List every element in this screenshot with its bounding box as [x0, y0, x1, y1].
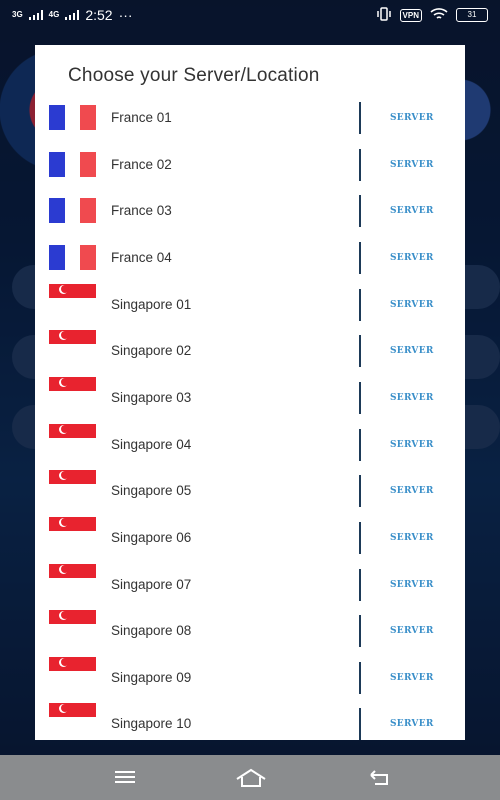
- server-name: France 03: [111, 203, 172, 219]
- server-select-button[interactable]: SERVER: [390, 533, 434, 543]
- row-divider: [359, 661, 361, 694]
- clock: 2:52: [85, 7, 113, 23]
- server-row[interactable]: Singapore 06 SERVER: [35, 515, 465, 562]
- server-select-button[interactable]: SERVER: [390, 626, 434, 636]
- server-select-button[interactable]: SERVER: [390, 206, 434, 216]
- signal-icon: [65, 10, 80, 20]
- battery-icon: 31: [456, 8, 488, 22]
- singapore-flag-icon: [49, 703, 96, 732]
- server-row[interactable]: France 02 SERVER: [35, 142, 465, 189]
- row-divider: [359, 521, 361, 554]
- server-name: Singapore 08: [111, 623, 192, 639]
- vpn-icon: VPN: [399, 8, 422, 22]
- france-flag-icon: [49, 244, 97, 270]
- navigation-bar: [0, 755, 500, 800]
- back-icon[interactable]: [367, 767, 393, 787]
- vibrate-icon: [376, 6, 392, 24]
- server-location-dialog: Choose your Server/Location France 01 SER…: [35, 45, 465, 740]
- server-select-button[interactable]: SERVER: [390, 253, 434, 263]
- network-type-4g: 4G: [48, 10, 60, 19]
- singapore-flag-icon: [49, 470, 96, 499]
- server-row[interactable]: France 03 SERVER: [35, 188, 465, 235]
- server-row[interactable]: Singapore 04 SERVER: [35, 422, 465, 469]
- row-divider: [359, 335, 361, 368]
- server-name: Singapore 09: [111, 669, 192, 685]
- singapore-flag-icon: [49, 330, 96, 359]
- server-name: Singapore 10: [111, 716, 192, 732]
- server-name: Singapore 05: [111, 483, 192, 499]
- server-select-button[interactable]: SERVER: [390, 300, 434, 310]
- server-name: Singapore 06: [111, 529, 192, 545]
- france-flag-icon: [49, 105, 97, 130]
- menu-icon[interactable]: [112, 767, 138, 787]
- server-select-button[interactable]: SERVER: [390, 346, 434, 356]
- server-row[interactable]: Singapore 05 SERVER: [35, 468, 465, 515]
- server-row[interactable]: Singapore 08 SERVER: [35, 608, 465, 655]
- server-name: France 01: [111, 110, 172, 125]
- server-select-button[interactable]: SERVER: [390, 580, 434, 590]
- server-row[interactable]: France 04 SERVER: [35, 235, 465, 282]
- row-divider: [359, 241, 361, 274]
- row-divider: [359, 568, 361, 601]
- row-divider: [359, 288, 361, 321]
- server-select-button[interactable]: SERVER: [390, 673, 434, 683]
- france-flag-icon: [49, 151, 97, 177]
- server-select-button[interactable]: SERVER: [390, 440, 434, 450]
- server-row[interactable]: France 01 SERVER: [35, 95, 465, 142]
- server-name: Singapore 03: [111, 389, 192, 405]
- server-name: France 04: [111, 249, 172, 265]
- server-name: France 02: [111, 156, 172, 172]
- dialog-title: Choose your Server/Location: [68, 65, 320, 86]
- status-bar: 3G 4G 2:52 ··· VPN 31: [0, 0, 500, 30]
- server-name: Singapore 01: [111, 296, 192, 312]
- row-divider: [359, 195, 361, 228]
- more-notifications-icon: ···: [118, 7, 133, 23]
- server-row[interactable]: Singapore 10 SERVER: [35, 701, 465, 740]
- singapore-flag-icon: [49, 563, 96, 592]
- server-row[interactable]: Singapore 03 SERVER: [35, 375, 465, 422]
- row-divider: [359, 615, 361, 648]
- singapore-flag-icon: [49, 376, 96, 405]
- server-select-button[interactable]: SERVER: [390, 160, 434, 170]
- row-divider: [359, 428, 361, 461]
- france-flag-icon: [49, 198, 97, 224]
- server-select-button[interactable]: SERVER: [390, 393, 434, 403]
- server-row[interactable]: Singapore 02 SERVER: [35, 328, 465, 375]
- home-icon[interactable]: [234, 767, 266, 787]
- singapore-flag-icon: [49, 610, 96, 639]
- server-row[interactable]: Singapore 07 SERVER: [35, 562, 465, 609]
- row-divider: [359, 381, 361, 414]
- network-type-3g: 3G: [12, 10, 23, 19]
- server-name: Singapore 04: [111, 436, 192, 452]
- server-select-button[interactable]: SERVER: [390, 486, 434, 496]
- row-divider: [359, 102, 361, 134]
- server-select-button[interactable]: SERVER: [390, 113, 434, 123]
- singapore-flag-icon: [49, 423, 96, 452]
- singapore-flag-icon: [49, 516, 96, 545]
- server-row[interactable]: Singapore 09 SERVER: [35, 655, 465, 702]
- row-divider: [359, 475, 361, 508]
- server-name: Singapore 02: [111, 343, 192, 359]
- wifi-icon: [430, 7, 448, 24]
- server-name: Singapore 07: [111, 576, 192, 592]
- singapore-flag-icon: [49, 656, 96, 685]
- server-select-button[interactable]: SERVER: [390, 719, 434, 729]
- singapore-flag-icon: [49, 283, 96, 312]
- signal-icon: [28, 10, 43, 20]
- server-row[interactable]: Singapore 01 SERVER: [35, 282, 465, 329]
- row-divider: [359, 708, 361, 740]
- row-divider: [359, 148, 361, 181]
